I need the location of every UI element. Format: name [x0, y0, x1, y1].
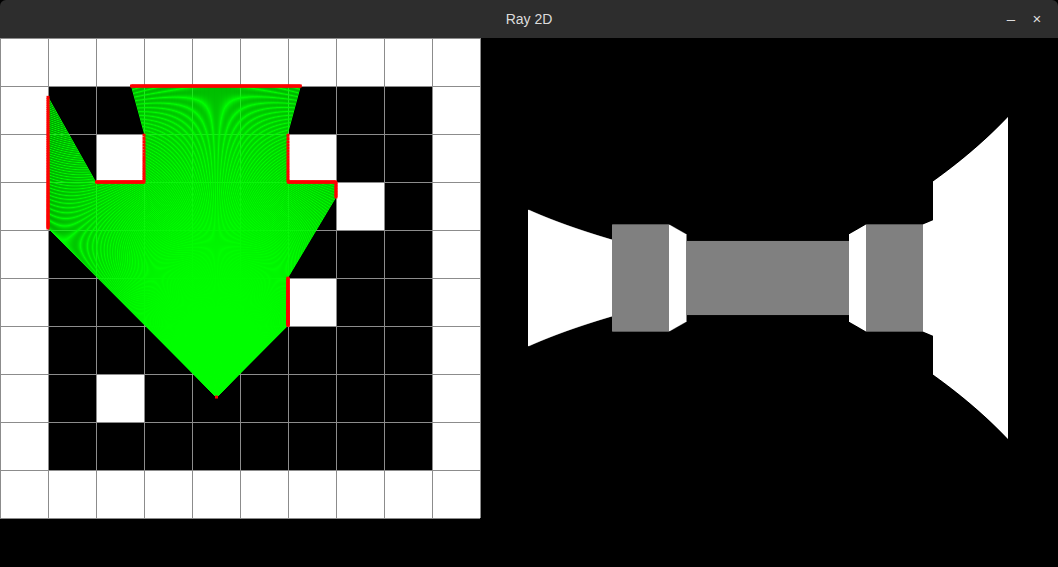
close-button[interactable]: × — [1024, 0, 1050, 38]
top-down-map — [0, 38, 481, 519]
window-title: Ray 2D — [506, 0, 553, 38]
title-bar: Ray 2D –× — [0, 0, 1058, 38]
window-controls: –× — [998, 0, 1050, 38]
minimize-button[interactable]: – — [998, 0, 1024, 38]
first-person-view — [528, 38, 1008, 518]
game-area — [0, 38, 1058, 567]
